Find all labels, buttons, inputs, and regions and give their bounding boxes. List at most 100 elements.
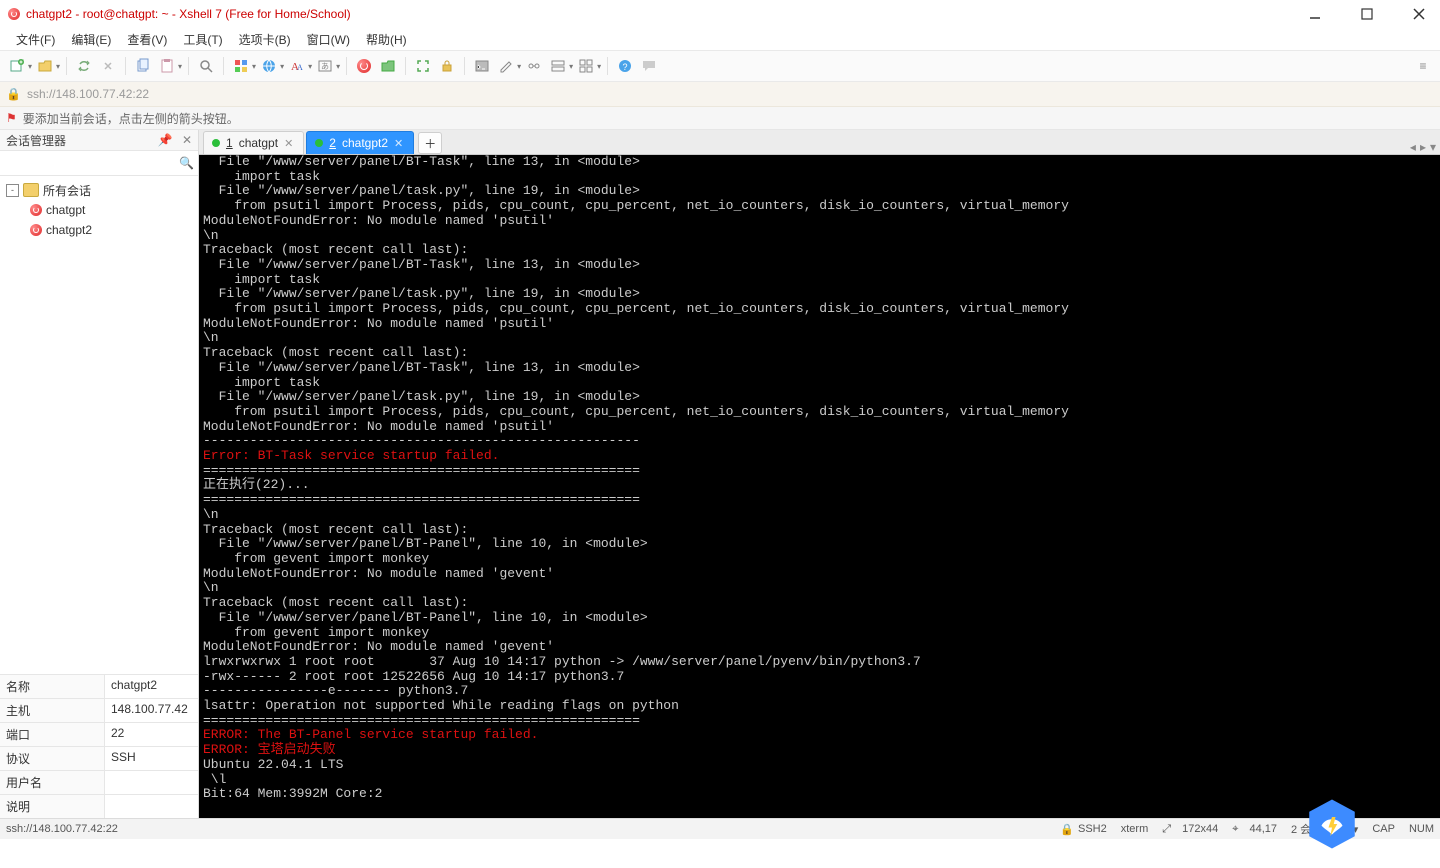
session-search: 🔍 <box>0 151 198 176</box>
globe-button[interactable] <box>258 55 280 77</box>
toolbar: ▾ ▾ ▾ ▾ ▾ AA▾ あ▾ ▾ ▾ ▾ ? ≡ <box>0 50 1440 82</box>
folder-icon <box>23 183 39 197</box>
encoding-button[interactable]: あ <box>314 55 336 77</box>
down-icon[interactable]: ▾ <box>1353 823 1359 836</box>
menu-window[interactable]: 窗口(W) <box>301 29 356 50</box>
find-button[interactable] <box>195 55 217 77</box>
tab-close-icon[interactable]: ✕ <box>284 137 293 150</box>
prop-value: 148.100.77.42 <box>105 699 198 722</box>
app-icon <box>8 8 20 20</box>
toolbar-separator <box>66 57 67 75</box>
toolbar-overflow-button[interactable]: ≡ <box>1412 55 1434 77</box>
prop-value: SSH <box>105 747 198 770</box>
prop-row: 用户名 <box>0 770 198 794</box>
status-cursor: ⌖ 44,17 <box>1232 823 1277 836</box>
address-bar[interactable]: 🔒 ssh://148.100.77.42:22 <box>0 82 1440 107</box>
prop-value <box>105 771 198 794</box>
session-tree: - 所有会话 chatgpt chatgpt2 <box>0 176 198 674</box>
prop-row: 协议SSH <box>0 746 198 770</box>
tree-toggle-icon[interactable]: - <box>6 184 19 197</box>
status-nav: ▴ ▾ <box>1336 823 1358 836</box>
hint-bar: ⚑ 要添加当前会话，点击左侧的箭头按钮。 <box>0 107 1440 130</box>
tab-index: 1 <box>226 136 233 150</box>
help-button[interactable]: ? <box>614 55 636 77</box>
lock-icon: 🔒 <box>6 87 21 101</box>
tab-prev-icon[interactable]: ◂ <box>1410 140 1416 154</box>
terminal-output[interactable]: File "/www/server/panel/BT-Task", line 1… <box>199 155 1440 818</box>
local-shell-button[interactable] <box>471 55 493 77</box>
status-dot-icon <box>212 139 220 147</box>
search-icon[interactable]: 🔍 <box>179 156 194 170</box>
status-sessions: 2 会话 <box>1291 821 1322 837</box>
maximize-button[interactable] <box>1350 3 1384 25</box>
prop-key: 协议 <box>0 747 105 770</box>
size-icon: ⤢ <box>1162 823 1171 836</box>
status-dot-icon <box>315 139 323 147</box>
menu-tabs[interactable]: 选项卡(B) <box>233 29 297 50</box>
tab-chatgpt2[interactable]: 2 chatgpt2 ✕ <box>306 131 414 154</box>
session-item-chatgpt[interactable]: chatgpt <box>0 200 198 220</box>
svg-text:A: A <box>297 63 303 72</box>
status-cap: CAP <box>1372 823 1395 835</box>
lock-green-icon: 🔒 <box>1060 823 1074 836</box>
tile-grid-button[interactable] <box>575 55 597 77</box>
pane-title: 会话管理器 <box>6 132 66 149</box>
new-session-button[interactable] <box>6 55 28 77</box>
minimize-button[interactable] <box>1298 3 1332 25</box>
menu-help[interactable]: 帮助(H) <box>360 29 413 50</box>
tab-list-icon[interactable]: ▾ <box>1430 140 1436 154</box>
tree-root-label: 所有会话 <box>43 182 91 199</box>
disconnect-button[interactable] <box>97 55 119 77</box>
address-text: ssh://148.100.77.42:22 <box>27 87 149 101</box>
prop-value: chatgpt2 <box>105 675 198 698</box>
xagent-button[interactable] <box>353 55 375 77</box>
xftp-button[interactable] <box>377 55 399 77</box>
menu-file[interactable]: 文件(F) <box>10 29 61 50</box>
status-size: ⤢ 172x44 <box>1162 823 1218 836</box>
paste-button[interactable] <box>156 55 178 77</box>
tile-horiz-button[interactable] <box>547 55 569 77</box>
prop-key: 名称 <box>0 675 105 698</box>
title-bar: chatgpt2 - root@chatgpt: ~ - Xshell 7 (F… <box>0 0 1440 28</box>
prop-key: 用户名 <box>0 771 105 794</box>
flag-icon: ⚑ <box>6 111 17 125</box>
tunneling-button[interactable] <box>523 55 545 77</box>
color-scheme-button[interactable] <box>230 55 252 77</box>
close-button[interactable] <box>1402 3 1436 25</box>
session-search-input[interactable] <box>4 154 179 172</box>
lock-button[interactable] <box>436 55 458 77</box>
prop-row: 主机148.100.77.42 <box>0 698 198 722</box>
tab-index: 2 <box>329 136 336 150</box>
menu-tools[interactable]: 工具(T) <box>177 29 228 50</box>
tab-next-icon[interactable]: ▸ <box>1420 140 1426 154</box>
prop-key: 说明 <box>0 795 105 818</box>
status-left: ssh://148.100.77.42:22 <box>6 823 118 835</box>
reconnect-button[interactable] <box>73 55 95 77</box>
tab-strip: 1 chatgpt ✕ 2 chatgpt2 ✕ ＋ ◂ ▸ ▾ <box>199 130 1440 155</box>
menu-view[interactable]: 查看(V) <box>121 29 173 50</box>
menu-edit[interactable]: 编辑(E) <box>65 29 117 50</box>
chat-button[interactable] <box>638 55 660 77</box>
pin-icon[interactable]: 📌 <box>158 133 173 147</box>
main-area: 会话管理器 📌 ✕ 🔍 - 所有会话 chatgpt chatgpt2 <box>0 130 1440 818</box>
prop-row: 端口22 <box>0 722 198 746</box>
copy-button[interactable] <box>132 55 154 77</box>
open-session-button[interactable] <box>34 55 56 77</box>
tree-root[interactable]: - 所有会话 <box>0 180 198 200</box>
session-label: chatgpt2 <box>46 223 92 237</box>
session-icon <box>30 204 42 216</box>
new-tab-button[interactable]: ＋ <box>418 132 442 154</box>
session-icon <box>30 224 42 236</box>
prop-key: 主机 <box>0 699 105 722</box>
font-button[interactable]: AA <box>286 55 308 77</box>
pane-header: 会话管理器 📌 ✕ <box>0 130 198 151</box>
cursor-icon: ⌖ <box>1232 823 1238 836</box>
compose-button[interactable] <box>495 55 517 77</box>
session-manager-pane: 会话管理器 📌 ✕ 🔍 - 所有会话 chatgpt chatgpt2 <box>0 130 199 818</box>
tab-chatgpt[interactable]: 1 chatgpt ✕ <box>203 131 304 154</box>
up-icon[interactable]: ▴ <box>1336 823 1342 836</box>
session-item-chatgpt2[interactable]: chatgpt2 <box>0 220 198 240</box>
tab-close-icon[interactable]: ✕ <box>394 137 403 150</box>
fullscreen-button[interactable] <box>412 55 434 77</box>
pane-close-icon[interactable]: ✕ <box>182 133 192 147</box>
